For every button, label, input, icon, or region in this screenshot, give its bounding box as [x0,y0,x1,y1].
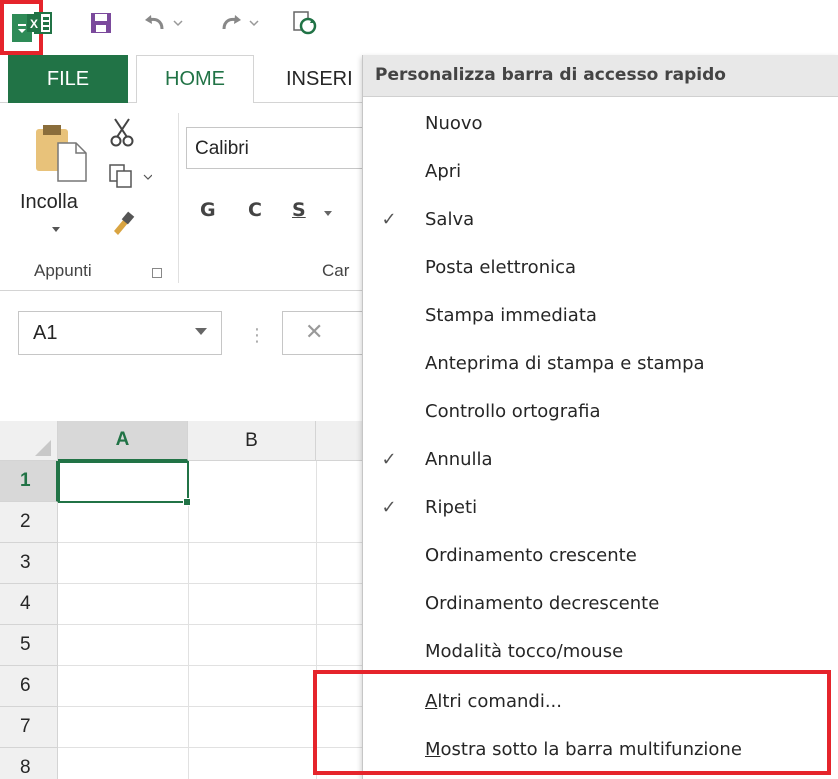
menu-item[interactable]: Apri [363,149,838,195]
tab-home[interactable]: HOME [136,55,254,104]
font-name-value: Calibri [195,138,249,159]
menu-item[interactable]: ✓ Salva [363,197,838,243]
paste-dropdown-icon[interactable] [52,227,60,232]
menu-item[interactable]: Stampa immediata [363,293,838,339]
menu-item-label: Modalità tocco/mouse [425,641,624,662]
checkmark-icon: ✓ [381,449,397,470]
menu-item-label: Annulla [425,449,493,470]
menu-item[interactable]: Posta elettronica [363,245,838,291]
row-header-5[interactable]: 5 [0,625,58,666]
grid-line [58,747,370,748]
row-header-7[interactable]: 7 [0,707,58,748]
menu-item-label: Nuovo [425,113,483,134]
underline-dropdown-icon[interactable] [324,211,332,216]
save-icon[interactable] [88,10,114,36]
column-header-a[interactable]: A [58,421,188,461]
menu-item[interactable]: Nuovo [363,101,838,147]
cut-icon[interactable] [108,117,136,151]
menu-item-label: Ripeti [425,497,478,518]
name-box[interactable]: A1 [18,311,222,355]
menu-item-label: Ordinamento decrescente [425,593,660,614]
paste-icon[interactable] [30,121,92,187]
excel-icon[interactable]: X [26,10,52,36]
menu-item[interactable]: Anteprima di stampa e stampa [363,341,838,387]
name-box-value: A1 [33,322,58,344]
grid-line [58,665,370,666]
refresh-icon[interactable] [290,10,320,36]
underline-button[interactable]: S [292,199,306,221]
menu-item-label: Salva [425,209,475,230]
font-group-label: Car [322,261,350,280]
paste-label[interactable]: Incolla [20,191,78,214]
grid-line [58,542,370,543]
menu-item-label: Posta elettronica [425,257,577,278]
active-cell-a1[interactable] [58,461,189,503]
quick-access-toolbar: X [0,0,838,55]
italic-button[interactable]: C [248,199,262,221]
grid-line [58,583,370,584]
font-name-combobox[interactable]: Calibri [186,127,366,169]
menu-header: Personalizza barra di accesso rapido [363,55,838,97]
row-header-1[interactable]: 1 [0,461,58,502]
worksheet-grid[interactable]: A B 1 2 3 4 5 6 7 8 [0,421,376,779]
menu-item[interactable]: Controllo ortografia [363,389,838,435]
tab-insert[interactable]: INSERI [270,55,370,103]
menu-item[interactable]: ✓ Ripeti [363,485,838,531]
column-header-b[interactable]: B [188,421,316,461]
formula-bar-grip-icon[interactable]: ⋮ [248,325,266,346]
format-painter-icon[interactable] [108,209,136,241]
menu-item-label: Ordinamento crescente [425,545,637,566]
row-header-8[interactable]: 8 [0,748,58,779]
formula-buttons: ✕ [282,311,362,355]
undo-icon[interactable] [142,10,188,36]
grid-line [188,461,189,779]
row-header-2[interactable]: 2 [0,502,58,543]
row-header-4[interactable]: 4 [0,584,58,625]
tab-file[interactable]: FILE [8,55,128,103]
menu-item-label: Altri comandi... [425,691,562,712]
checkmark-icon: ✓ [381,497,397,518]
bold-button[interactable]: G [200,199,216,221]
menu-item[interactable]: Ordinamento decrescente [363,581,838,627]
checkmark-icon: ✓ [381,209,397,230]
fill-handle[interactable] [183,498,191,506]
menu-item[interactable]: Ordinamento crescente [363,533,838,579]
svg-text:X: X [30,17,38,31]
menu-item-label: Stampa immediata [425,305,597,326]
menu-item[interactable]: ✓ Annulla [363,437,838,483]
menu-item-label: Controllo ortografia [425,401,601,422]
cancel-icon[interactable]: ✕ [305,320,323,345]
grid-line [316,461,317,779]
grid-line [58,624,370,625]
redo-icon[interactable] [218,10,264,36]
menu-item-label: Mostra sotto la barra multifunzione [425,739,742,760]
select-all-corner[interactable] [0,421,58,461]
clipboard-group-label: Appunti [34,261,92,280]
dialog-launcher-icon[interactable] [152,268,162,278]
row-header-3[interactable]: 3 [0,543,58,584]
customize-quick-access-menu: Personalizza barra di accesso rapido Nuo… [362,55,838,779]
ribbon-separator [178,113,179,283]
menu-item-label: Apri [425,161,462,182]
menu-item[interactable]: Altri comandi... [363,679,838,725]
menu-item-label: Anteprima di stampa e stampa [425,353,705,374]
menu-item[interactable]: Mostra sotto la barra multifunzione [363,727,838,773]
row-header-6[interactable]: 6 [0,666,58,707]
copy-icon[interactable] [108,163,153,193]
menu-item[interactable]: Modalità tocco/mouse [363,629,838,675]
grid-line [58,706,370,707]
menu-title: Personalizza barra di accesso rapido [375,65,726,85]
name-box-dropdown-icon[interactable] [195,328,207,335]
